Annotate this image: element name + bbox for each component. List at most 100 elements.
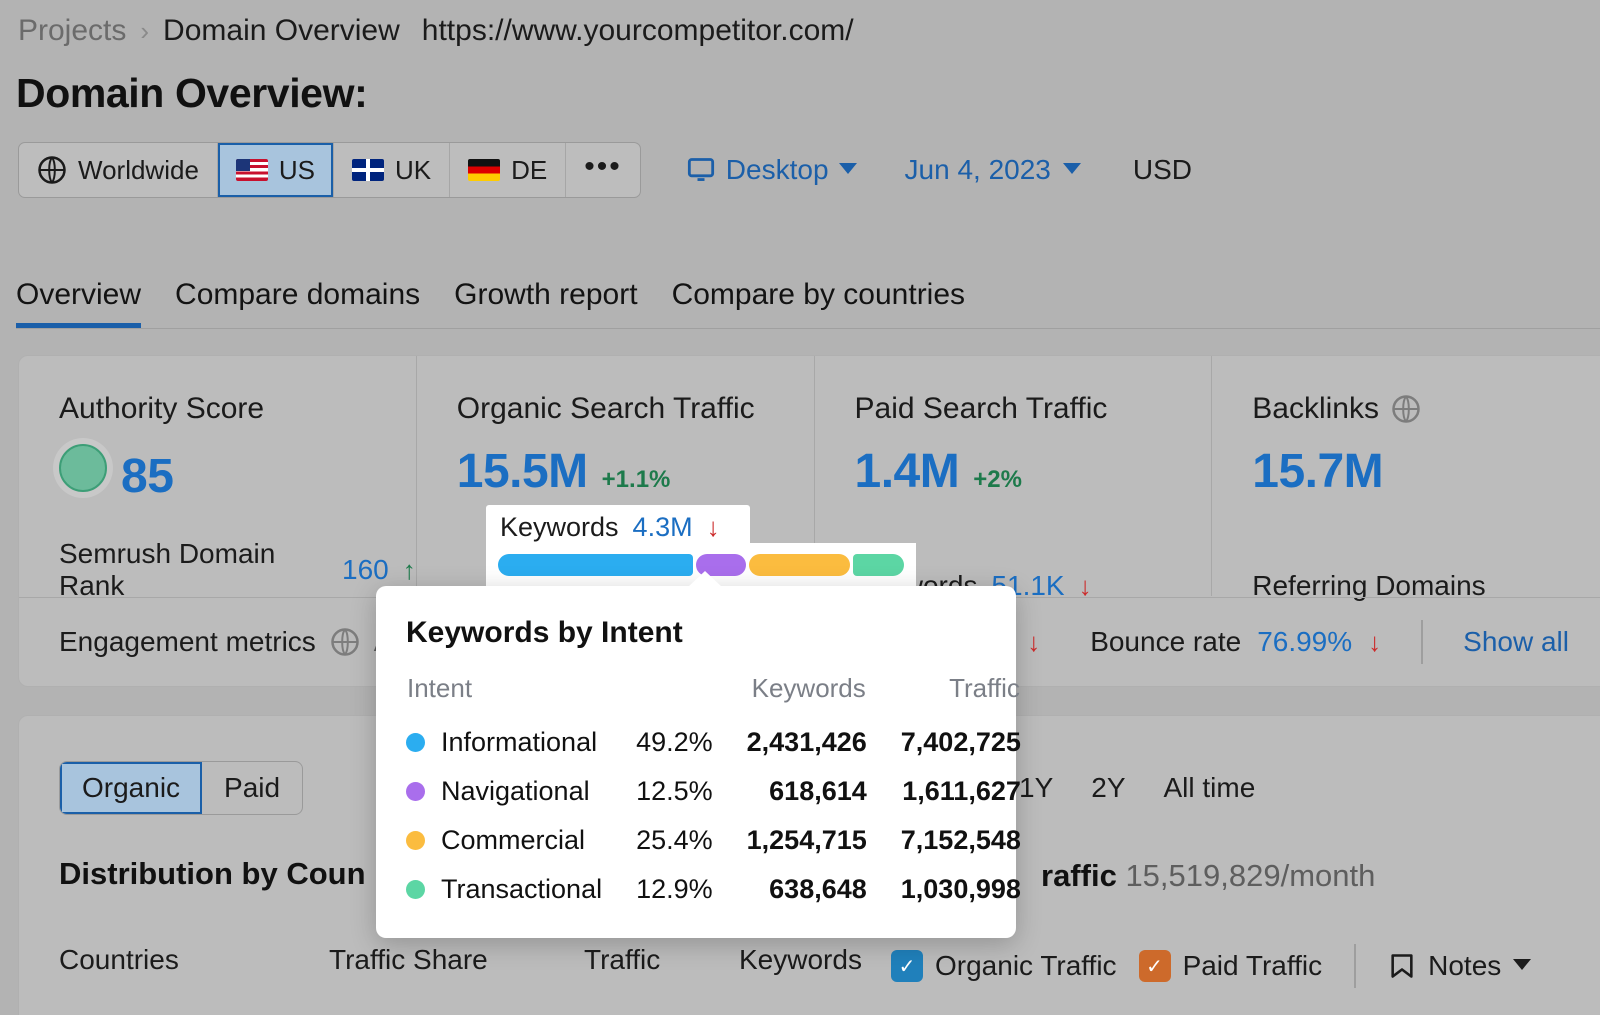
- intent-percent-transactional: 12.9%: [602, 865, 713, 914]
- currency-label: USD: [1133, 154, 1192, 186]
- intent-percent-informational: 49.2%: [602, 718, 713, 767]
- metric-paid-value: 1.4M: [855, 444, 960, 499]
- metric-backlinks-value: 15.7M: [1252, 444, 1383, 499]
- divider: [1421, 620, 1423, 664]
- db-item-de-label: DE: [511, 155, 547, 186]
- range-1y[interactable]: 1Y: [1019, 772, 1053, 804]
- trend-down-icon: ↓: [1368, 627, 1381, 658]
- authority-score-gauge-icon: [59, 444, 107, 492]
- tooltip-intent-cell: Navigational: [406, 767, 602, 816]
- chevron-down-icon: [1063, 163, 1081, 174]
- range-all-time[interactable]: All time: [1164, 772, 1256, 804]
- bounce-rate-label: Bounce rate: [1090, 626, 1241, 658]
- date-selector[interactable]: Jun 4, 2023: [905, 154, 1081, 186]
- metric-authority-score: Authority Score 85 Semrush Domain Rank 1…: [19, 356, 417, 596]
- tooltip-intent-cell: Informational: [406, 718, 602, 767]
- toggle-organic[interactable]: Organic: [60, 762, 202, 814]
- intent-segment-commercial[interactable]: [749, 554, 850, 576]
- table-row: Informational 49.2% 2,431,426 7,402,725: [406, 718, 1021, 767]
- device-selector-label: Desktop: [726, 154, 829, 186]
- db-item-uk-label: UK: [395, 155, 431, 186]
- intent-color-dot-informational: [406, 733, 425, 752]
- flag-us-icon: [236, 159, 268, 181]
- intent-segment-transactional[interactable]: [853, 554, 904, 576]
- toggle-paid[interactable]: Paid: [202, 762, 302, 814]
- legend-paid-traffic[interactable]: ✓ Paid Traffic: [1139, 950, 1323, 982]
- tooltip-table: Intent Keywords Traffic Informational 49…: [406, 672, 1021, 914]
- table-row: Commercial 25.4% 1,254,715 7,152,548: [406, 816, 1021, 865]
- flag-de-icon: [468, 159, 500, 181]
- column-countries: Countries: [59, 944, 329, 976]
- page-root: Projects › Domain Overview https://www.y…: [0, 0, 1600, 1015]
- metric-organic-delta: +1.1%: [602, 466, 671, 494]
- chevron-down-icon: [839, 163, 857, 174]
- range-2y[interactable]: 2Y: [1091, 772, 1125, 804]
- time-range-selector: 1Y 2Y All time: [1019, 772, 1255, 804]
- legend-organic-traffic[interactable]: ✓ Organic Traffic: [891, 950, 1117, 982]
- device-selector[interactable]: Desktop: [686, 154, 857, 186]
- db-item-worldwide[interactable]: Worldwide: [19, 143, 218, 197]
- breadcrumb-domain-url: https://www.yourcompetitor.com/: [422, 14, 854, 48]
- keywords-by-intent-tooltip: Keywords by Intent Intent Keywords Traff…: [376, 586, 1016, 938]
- trend-down-icon: ↓: [707, 512, 720, 543]
- db-item-us[interactable]: US: [218, 143, 334, 197]
- tab-compare-domains[interactable]: Compare domains: [175, 280, 420, 328]
- metric-organic-label: Organic Search Traffic: [457, 392, 814, 426]
- db-more-button[interactable]: •••: [566, 143, 640, 197]
- page-title: Domain Overview:: [16, 70, 367, 117]
- organic-keywords-hover-pill[interactable]: Keywords 4.3M ↓: [486, 505, 750, 549]
- breadcrumb-projects-link[interactable]: Projects: [18, 14, 126, 48]
- globe-icon: [37, 155, 67, 185]
- breadcrumb-separator-icon: ›: [140, 16, 149, 47]
- organic-keywords-label: Keywords: [500, 512, 619, 543]
- tooltip-col-traffic: Traffic: [867, 672, 1021, 718]
- intent-traffic-informational: 7,402,725: [867, 718, 1021, 767]
- db-item-us-label: US: [279, 155, 315, 186]
- date-selector-label: Jun 4, 2023: [905, 154, 1051, 186]
- intent-segment-informational[interactable]: [498, 554, 693, 576]
- db-item-uk[interactable]: UK: [334, 143, 450, 197]
- metric-backlinks: Backlinks 15.7M Referring Domains: [1212, 356, 1600, 596]
- metric-backlinks-label-text: Backlinks: [1252, 392, 1379, 426]
- note-icon: [1388, 952, 1416, 980]
- intent-name-navigational: Navigational: [441, 776, 590, 807]
- intent-keywords-informational: 2,431,426: [713, 718, 867, 767]
- intent-name-commercial: Commercial: [441, 825, 585, 856]
- tooltip-body: Informational 49.2% 2,431,426 7,402,725 …: [406, 718, 1021, 914]
- database-button-group: Worldwide US UK DE •••: [18, 142, 641, 198]
- intent-color-dot-transactional: [406, 880, 425, 899]
- tab-overview[interactable]: Overview: [16, 280, 141, 328]
- flag-uk-icon: [352, 159, 384, 181]
- db-item-de[interactable]: DE: [450, 143, 566, 197]
- semrush-domain-rank-value[interactable]: 160: [342, 554, 389, 586]
- chart-legend: ✓ Organic Traffic ✓ Paid Traffic Notes: [891, 944, 1531, 988]
- intent-keywords-transactional: 638,648: [713, 865, 867, 914]
- tooltip-col-keywords: Keywords: [713, 672, 867, 718]
- table-row: Transactional 12.9% 638,648 1,030,998: [406, 865, 1021, 914]
- breadcrumb: Projects › Domain Overview https://www.y…: [18, 14, 854, 48]
- intent-traffic-transactional: 1,030,998: [867, 865, 1021, 914]
- notes-button[interactable]: Notes: [1388, 950, 1531, 982]
- tooltip-header-row: Intent Keywords Traffic: [406, 672, 1021, 718]
- metric-paid-label: Paid Search Traffic: [855, 392, 1212, 426]
- legend-organic-traffic-label: Organic Traffic: [935, 950, 1117, 982]
- chevron-down-icon: [1513, 959, 1531, 970]
- tab-compare-by-countries[interactable]: Compare by countries: [672, 280, 965, 328]
- legend-paid-traffic-label: Paid Traffic: [1183, 950, 1323, 982]
- tab-growth-report[interactable]: Growth report: [454, 280, 637, 328]
- desktop-icon: [686, 156, 716, 184]
- metric-organic-value: 15.5M: [457, 444, 588, 499]
- intent-percent-commercial: 25.4%: [602, 816, 713, 865]
- show-all-link[interactable]: Show all: [1463, 626, 1569, 658]
- db-item-worldwide-label: Worldwide: [78, 155, 199, 186]
- intent-color-dot-navigational: [406, 782, 425, 801]
- tooltip-intent-cell: Commercial: [406, 816, 602, 865]
- intent-name-transactional: Transactional: [441, 874, 602, 905]
- tab-bar: Overview Compare domains Growth report C…: [16, 260, 1600, 329]
- ellipsis-icon: •••: [584, 152, 622, 188]
- intent-name-informational: Informational: [441, 727, 597, 758]
- trend-up-icon: ↑: [403, 555, 416, 586]
- intent-color-dot-commercial: [406, 831, 425, 850]
- intent-percent-navigational: 12.5%: [602, 767, 713, 816]
- semrush-domain-rank-label: Semrush Domain Rank: [59, 538, 328, 602]
